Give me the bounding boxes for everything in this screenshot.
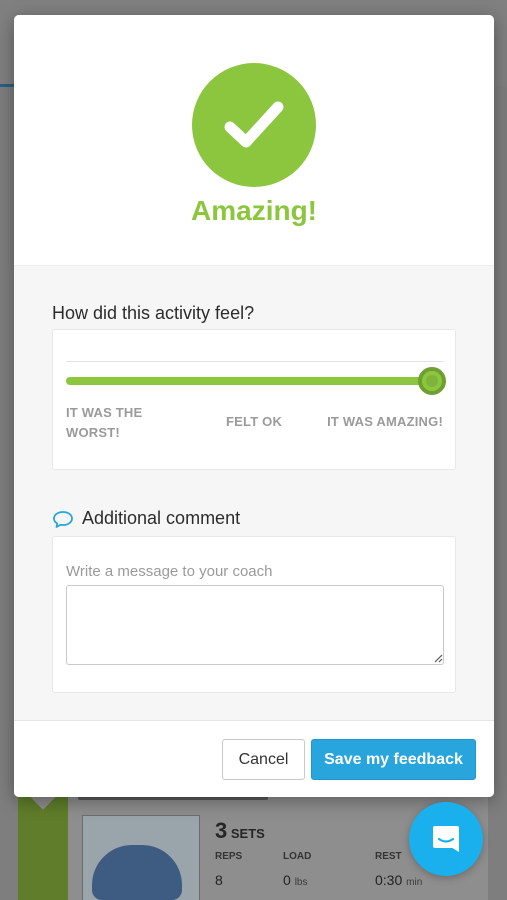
result-title: Amazing! [191,195,317,226]
cancel-button[interactable]: Cancel [222,739,305,780]
background-val-rest: 0:30 min [375,872,422,888]
coach-message-textarea[interactable] [66,585,444,665]
background-load-unit: lbs [294,877,308,888]
background-load-value: 0 [283,872,291,888]
scale-label-amazing: IT WAS AMAZING! [327,414,443,429]
background-header-accent [0,84,14,87]
success-badge [192,63,316,187]
background-sets-label: SETS [230,826,265,841]
scale-label-worst: IT WAS THE WORST! [66,405,143,440]
background-val-load: 0 lbs [283,872,307,888]
feel-question: How did this activity feel? [52,303,255,323]
feel-rating-card: IT WAS THE WORST! FELT OK IT WAS AMAZING… [52,329,456,470]
background-rest-unit: min [406,877,423,888]
feel-slider-handle[interactable] [418,367,446,395]
chat-launcher-button[interactable] [409,802,483,876]
speech-bubble-icon [53,511,73,528]
save-feedback-button[interactable]: Save my feedback [311,739,476,780]
background-col-load: LOAD [283,851,312,862]
chat-icon [433,826,459,852]
checkmark-icon [224,101,284,148]
comment-prompt: Write a message to your coach [66,563,273,580]
slider-divider [66,361,444,362]
feel-slider-fill [66,377,432,385]
modal-footer: Cancel Save my feedback [14,720,494,797]
scale-label-ok: FELT OK [226,414,283,429]
modal-header: Amazing! [14,15,494,265]
comment-card: Write a message to your coach [52,536,456,693]
background-rest-value: 0:30 [375,872,403,888]
background-val-reps: 8 [215,872,223,888]
resize-grip-icon[interactable] [433,653,443,663]
modal-body: How did this activity feel? IT WAS THE W… [14,265,494,720]
background-sets-count: 3 [215,818,228,843]
background-col-rest: REST [375,851,402,862]
feedback-modal: Amazing! How did this activity feel? IT … [14,15,494,797]
background-col-reps: REPS [215,851,243,862]
background-sets: 3 SETS [215,818,265,844]
comment-heading-label: Additional comment [82,508,241,528]
feel-slider-track[interactable] [66,377,432,385]
